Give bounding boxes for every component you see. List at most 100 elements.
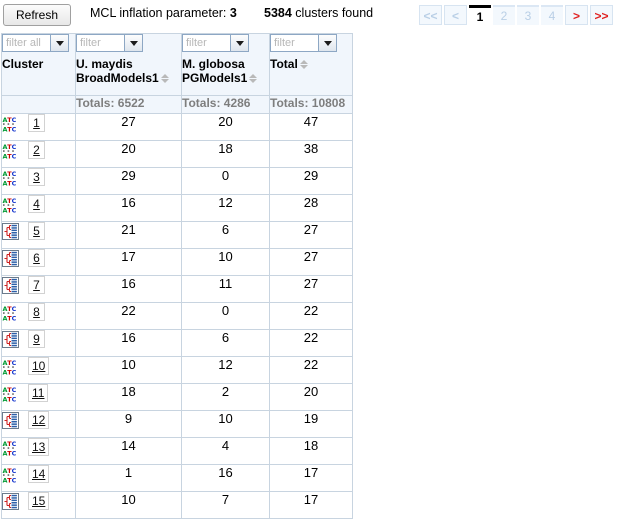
pagination-page-4[interactable]: 4 (541, 5, 563, 25)
cluster-link[interactable]: 5 (28, 222, 45, 240)
clusters-found-status: 5384 clusters found (264, 6, 373, 20)
phylo-tree-icon[interactable] (2, 330, 19, 348)
column-title-u-maydis-line1: U. maydis (76, 57, 133, 71)
cluster-link[interactable]: 3 (28, 168, 45, 186)
filter-total[interactable]: filter (270, 34, 337, 52)
filter-m-globosa[interactable]: filter (182, 34, 249, 52)
table-header-row: filter all Cluster filter U. maydis Broa… (1, 33, 353, 96)
sort-toggle-total-icon[interactable] (299, 60, 308, 69)
cluster-link[interactable]: 2 (28, 141, 45, 159)
table-row: A T C A T C 13 14 4 18 (1, 437, 353, 465)
cluster-link[interactable]: 10 (28, 357, 50, 375)
cell-m-globosa: 12 (181, 194, 270, 222)
table-row: A T C A T C 4 16 12 28 (1, 194, 353, 222)
filter-cluster[interactable]: filter all (2, 34, 69, 52)
filter-u-maydis[interactable]: filter (76, 34, 143, 52)
svg-text:C: C (12, 116, 17, 124)
cell-total: 38 (269, 140, 353, 168)
sort-toggle-u-maydis-icon[interactable] (160, 74, 169, 83)
cluster-link[interactable]: 9 (28, 330, 45, 348)
svg-text:C: C (12, 386, 17, 394)
cell-m-globosa: 6 (181, 329, 270, 357)
cell-cluster: 5 (1, 221, 76, 249)
pagination-page-2[interactable]: 2 (493, 5, 515, 25)
phylo-tree-icon[interactable] (2, 411, 19, 429)
dna-alignment-icon[interactable]: ATCATC (2, 304, 19, 322)
svg-text:C: C (12, 395, 17, 402)
cell-cluster: 7 (1, 275, 76, 303)
cell-total: 20 (269, 383, 353, 411)
mcl-inflation-value: 3 (229, 6, 237, 20)
dna-alignment-icon[interactable]: ATCATC (2, 196, 19, 214)
chevron-down-icon (323, 40, 332, 46)
refresh-button[interactable]: Refresh (3, 4, 71, 26)
filter-cluster-input[interactable]: filter all (3, 35, 50, 51)
cluster-link[interactable]: 12 (28, 411, 50, 429)
sort-toggle-m-globosa-icon[interactable] (249, 74, 258, 83)
cell-total: 18 (269, 437, 353, 465)
cluster-link[interactable]: 13 (28, 438, 50, 456)
dna-alignment-icon[interactable]: ATCATC (2, 142, 19, 160)
cluster-link[interactable]: 14 (28, 465, 50, 483)
table-row: 15 10 7 17 (1, 491, 353, 519)
dna-alignment-icon[interactable]: ATCATC (2, 466, 19, 484)
pagination-page-1[interactable]: 1 (469, 5, 491, 25)
pagination-last-button[interactable]: >> (590, 5, 613, 25)
pagination-prev-button[interactable]: < (444, 5, 467, 25)
cell-u-maydis: 16 (75, 194, 182, 222)
dna-alignment-icon[interactable]: ATCATC (2, 358, 19, 376)
cluster-link[interactable]: 8 (28, 303, 45, 321)
totals-row: Totals: 6522 Totals: 4286 Totals: 10808 (1, 95, 353, 114)
pagination-next-button[interactable]: > (565, 5, 588, 25)
phylo-tree-icon[interactable] (2, 222, 19, 240)
filter-m-globosa-input[interactable]: filter (183, 35, 230, 51)
cell-u-maydis: 10 (75, 491, 182, 519)
filter-u-maydis-dropdown-button[interactable] (124, 35, 142, 51)
pagination-first-button[interactable]: << (419, 5, 442, 25)
svg-text:C: C (12, 440, 17, 448)
cell-cluster: A T C A T C 11 (1, 383, 76, 411)
phylo-tree-icon[interactable] (2, 249, 19, 267)
cluster-link[interactable]: 11 (28, 384, 49, 402)
filter-cluster-dropdown-button[interactable] (50, 35, 68, 51)
pagination[interactable]: << < 1 2 3 4 > >> (417, 5, 613, 25)
cluster-link[interactable]: 4 (28, 195, 45, 213)
cell-cluster: 9 (1, 329, 76, 357)
filter-u-maydis-input[interactable]: filter (77, 35, 124, 51)
cell-total: 47 (269, 113, 353, 141)
cell-cluster: 6 (1, 248, 76, 276)
cluster-link[interactable]: 7 (28, 276, 45, 294)
cluster-link[interactable]: 15 (28, 492, 50, 510)
cell-cluster: A T C A T C 10 (1, 356, 76, 384)
filter-total-input[interactable]: filter (271, 35, 318, 51)
pagination-page-3[interactable]: 3 (517, 5, 539, 25)
phylo-tree-icon[interactable] (2, 276, 19, 294)
table-row: A T C A T C 3 29 0 29 (1, 167, 353, 195)
cell-m-globosa: 6 (181, 221, 270, 249)
column-title-u-maydis-line2: BroadModels1 (76, 71, 159, 85)
cell-cluster: 12 (1, 410, 76, 438)
cell-total: 19 (269, 410, 353, 438)
phylo-tree-icon[interactable] (2, 492, 19, 510)
cluster-link[interactable]: 6 (28, 249, 45, 267)
filter-total-dropdown-button[interactable] (318, 35, 336, 51)
mcl-inflation-parameter: MCL inflation parameter: 3 (90, 6, 237, 20)
dna-alignment-icon[interactable]: ATCATC (2, 115, 19, 133)
cell-u-maydis: 10 (75, 356, 182, 384)
dna-alignment-icon[interactable]: ATCATC (2, 385, 19, 403)
svg-text:C: C (12, 152, 17, 159)
dna-alignment-icon[interactable]: ATCATC (2, 169, 19, 187)
svg-text:C: C (12, 467, 17, 475)
svg-text:C: C (12, 305, 17, 313)
dna-alignment-icon[interactable]: ATCATC (2, 439, 19, 457)
totals-total: Totals: 10808 (269, 95, 353, 114)
table-row: A T C A T C 10 10 12 22 (1, 356, 353, 384)
table-row: 9 16 6 22 (1, 329, 353, 357)
cluster-link[interactable]: 1 (28, 114, 45, 132)
filter-m-globosa-dropdown-button[interactable] (230, 35, 248, 51)
cell-u-maydis: 16 (75, 275, 182, 303)
cell-m-globosa: 11 (181, 275, 270, 303)
cell-u-maydis: 27 (75, 113, 182, 141)
table-row: A T C A T C 14 1 16 17 (1, 464, 353, 492)
cell-total: 22 (269, 329, 353, 357)
